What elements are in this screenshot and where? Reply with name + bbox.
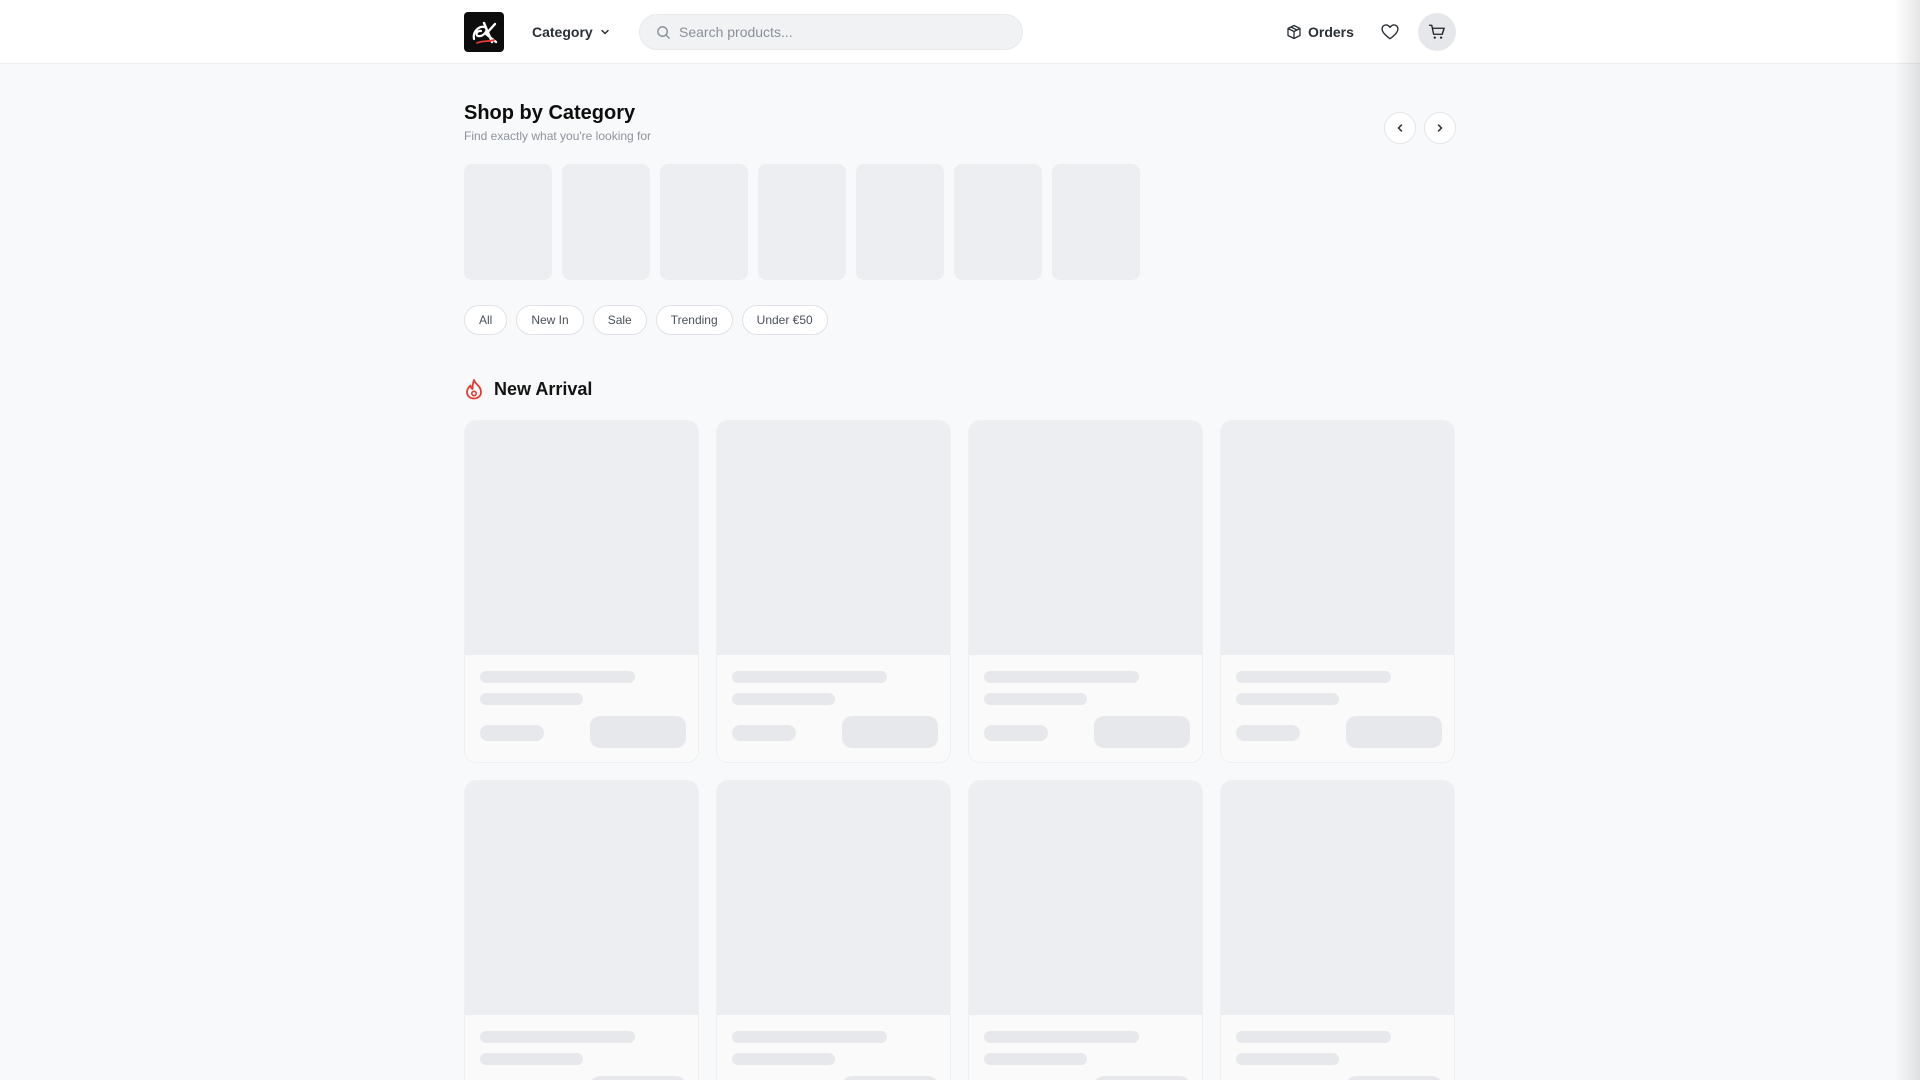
new-arrival-title: New Arrival xyxy=(494,378,593,399)
skeleton-button xyxy=(590,1076,686,1080)
skeleton-price xyxy=(984,725,1048,741)
product-card-skeleton[interactable] xyxy=(716,420,951,763)
shop-by-category-title: Shop by Category xyxy=(464,102,636,124)
product-image-placeholder xyxy=(465,421,698,655)
skeleton-button xyxy=(590,716,686,748)
skeleton-line xyxy=(732,1053,835,1065)
category-tile[interactable] xyxy=(954,164,1042,280)
filter-chip-sale[interactable]: Sale xyxy=(592,305,647,335)
product-card-skeleton[interactable] xyxy=(1220,780,1455,1080)
category-tile[interactable] xyxy=(562,164,650,280)
product-image-placeholder xyxy=(717,781,950,1015)
product-card-skeleton[interactable] xyxy=(464,420,699,763)
filter-chip-under-50[interactable]: Under €50 xyxy=(741,305,828,335)
flame-icon xyxy=(466,379,482,400)
search-input[interactable] xyxy=(679,24,1009,40)
skeleton-line xyxy=(480,1031,635,1043)
chevron-down-icon xyxy=(600,29,609,35)
skeleton-button xyxy=(1094,716,1190,748)
category-tile[interactable] xyxy=(856,164,944,280)
category-tile[interactable] xyxy=(660,164,748,280)
orders-label: Orders xyxy=(1308,24,1354,40)
orders-link[interactable]: Orders xyxy=(1286,21,1354,43)
new-arrival-header: New Arrival xyxy=(464,377,592,401)
store-logo[interactable] xyxy=(464,12,504,52)
category-tile[interactable] xyxy=(1052,164,1140,280)
filter-chip-new-in[interactable]: New In xyxy=(516,305,584,335)
skeleton-button xyxy=(1346,1076,1442,1080)
skeleton-line xyxy=(732,671,887,683)
product-card-skeleton[interactable] xyxy=(464,780,699,1080)
skeleton-line xyxy=(984,671,1139,683)
heart-icon xyxy=(1381,24,1399,40)
chevron-right-icon xyxy=(1437,124,1443,132)
product-image-placeholder xyxy=(717,421,950,655)
product-card-skeleton[interactable] xyxy=(968,420,1203,763)
category-dropdown-button[interactable]: Category xyxy=(532,21,611,43)
product-image-placeholder xyxy=(1221,781,1454,1015)
skeleton-button xyxy=(1346,716,1442,748)
skeleton-line xyxy=(1236,1031,1391,1043)
top-header: Category Orders xyxy=(0,0,1920,64)
search-bar[interactable] xyxy=(639,14,1023,50)
category-next-button[interactable] xyxy=(1424,112,1456,144)
skeleton-price xyxy=(480,725,544,741)
category-label: Category xyxy=(532,24,593,40)
category-tile[interactable] xyxy=(464,164,552,280)
skeleton-line xyxy=(480,693,583,705)
product-image-placeholder xyxy=(1221,421,1454,655)
chevron-left-icon xyxy=(1397,124,1403,132)
category-prev-button[interactable] xyxy=(1384,112,1416,144)
skeleton-line xyxy=(984,1031,1139,1043)
skeleton-line xyxy=(984,693,1087,705)
skeleton-line xyxy=(732,693,835,705)
filter-chip-trending[interactable]: Trending xyxy=(655,305,733,335)
product-card-skeleton[interactable] xyxy=(968,780,1203,1080)
drawer-edge-shadow xyxy=(1894,0,1920,1080)
skeleton-line xyxy=(984,1053,1087,1065)
product-card-skeleton[interactable] xyxy=(716,780,951,1080)
skeleton-line xyxy=(1236,1053,1339,1065)
skeleton-button xyxy=(1094,1076,1190,1080)
skeleton-price xyxy=(1236,725,1300,741)
product-image-placeholder xyxy=(465,781,698,1015)
skeleton-line xyxy=(732,1031,887,1043)
skeleton-line xyxy=(480,1053,583,1065)
skeleton-line xyxy=(1236,693,1339,705)
product-image-placeholder xyxy=(969,421,1202,655)
search-icon xyxy=(657,25,670,39)
package-icon xyxy=(1287,24,1301,40)
skeleton-line xyxy=(1236,671,1391,683)
product-card-skeleton[interactable] xyxy=(1220,420,1455,763)
shop-by-category-subtitle: Find exactly what you're looking for xyxy=(464,129,652,143)
filter-chips: All New In Sale Trending Under €50 xyxy=(464,305,828,335)
skeleton-button xyxy=(842,1076,938,1080)
skeleton-button xyxy=(842,716,938,748)
skeleton-line xyxy=(480,671,635,683)
product-image-placeholder xyxy=(969,781,1202,1015)
wishlist-button[interactable] xyxy=(1372,14,1408,50)
filter-chip-all[interactable]: All xyxy=(464,305,508,335)
logo-mark-icon xyxy=(472,21,498,44)
cart-button[interactable] xyxy=(1418,13,1456,51)
skeleton-price xyxy=(732,725,796,741)
category-tile[interactable] xyxy=(758,164,846,280)
cart-icon xyxy=(1428,24,1445,39)
